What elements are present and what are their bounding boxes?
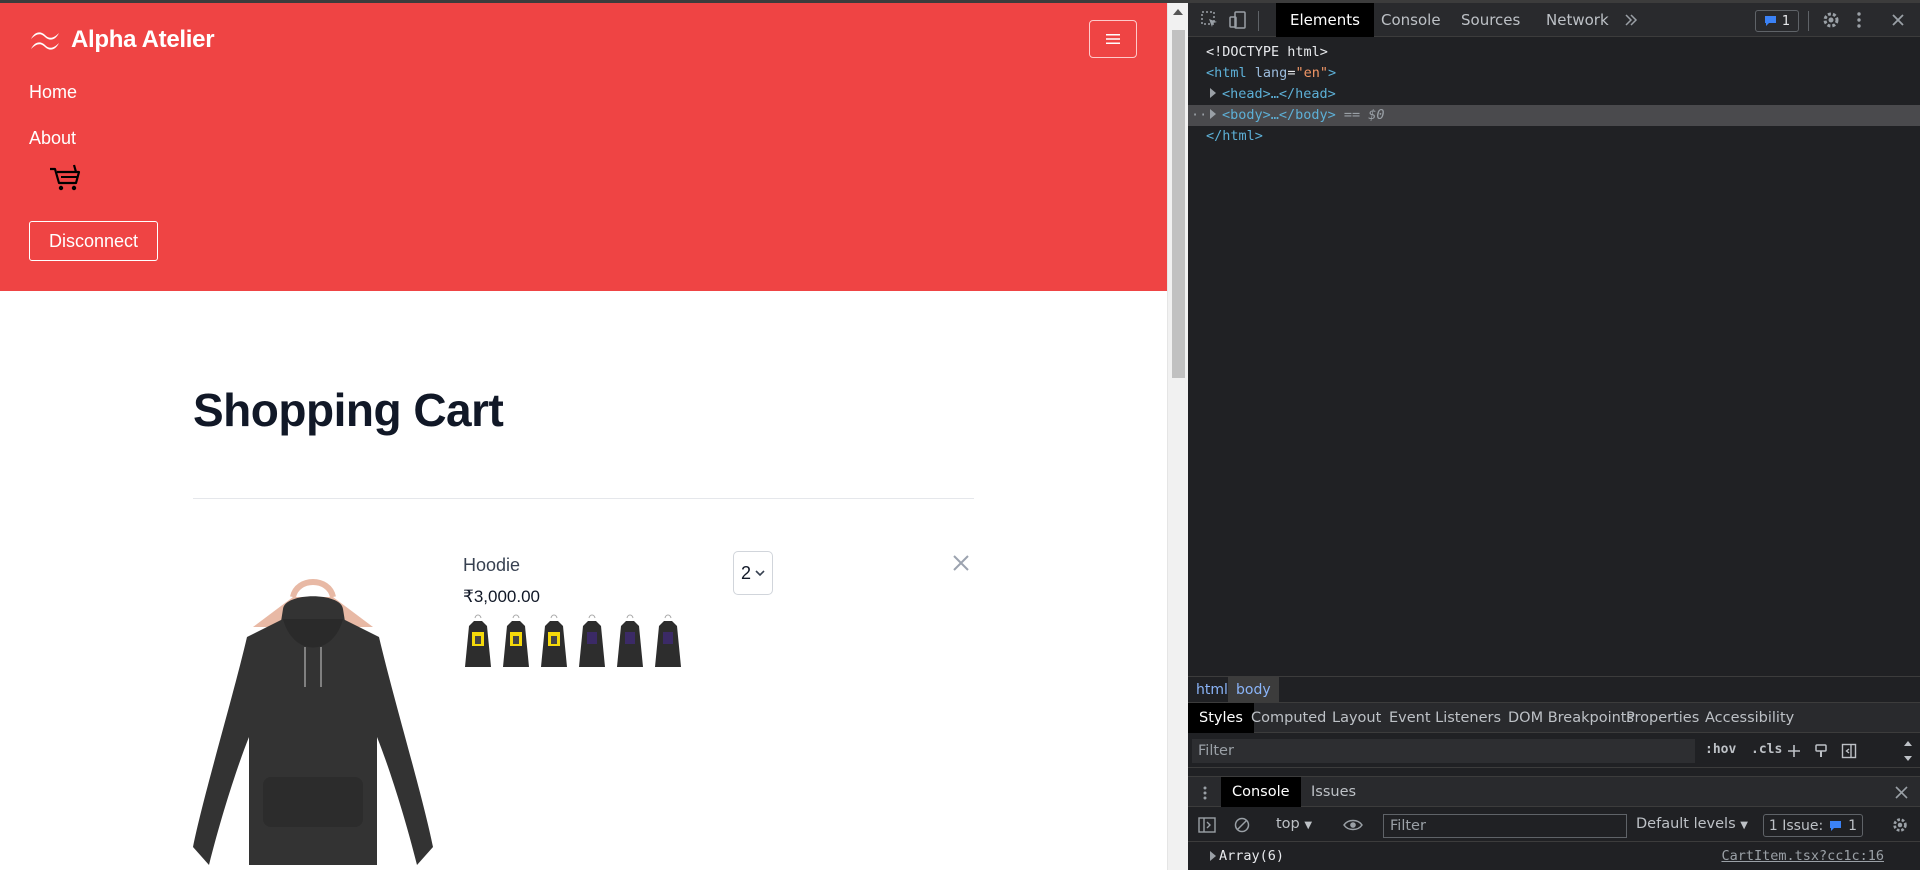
dom-body-node[interactable]: ··· <body>…</body> == $0 [1188,105,1920,126]
more-tabs-icon[interactable] [1624,13,1638,27]
styles-tabbar: Styles Computed Layout Event Listeners D… [1188,702,1920,733]
tab-sources[interactable]: Sources [1447,3,1534,37]
styles-filter-row: Filter :hov .cls [1188,734,1920,768]
message-icon [1764,16,1776,26]
cart-item-price: ₹3,000.00 [463,587,540,606]
console-settings-gear-icon[interactable] [1891,816,1909,834]
hoodie-image [193,579,433,865]
scrollbar-thumb[interactable] [1172,30,1185,378]
message-icon [1830,820,1842,831]
drawer-tabbar: Console Issues [1188,776,1920,807]
add-rule-icon[interactable] [1786,743,1802,759]
tailwind-logo-icon [31,32,59,50]
dom-tree: <!DOCTYPE html> <html lang="en"> <head>…… [1188,42,1920,147]
product-thumbnails [463,612,683,672]
page-title: Shopping Cart [193,384,504,436]
console-issues-chip[interactable]: 1 Issue: 1 [1763,814,1863,837]
nav-link-about[interactable]: About [29,128,76,149]
console-sidebar-icon[interactable] [1198,817,1216,833]
disconnect-button[interactable]: Disconnect [29,221,158,261]
product-image [193,547,433,870]
tab-event-listeners[interactable]: Event Listeners [1378,703,1512,733]
context-select[interactable]: top ▼ [1276,816,1312,832]
more-options-icon[interactable] [1856,10,1862,30]
drawer-tab-issues[interactable]: Issues [1300,777,1367,807]
drawer-tab-console[interactable]: Console [1221,777,1301,807]
inspect-element-icon[interactable] [1200,10,1220,30]
thumbnail-yellow-1[interactable] [463,612,493,672]
brand-name: Alpha Atelier [71,26,215,53]
thumbnail-purple-2[interactable] [615,612,645,672]
tab-accessibility[interactable]: Accessibility [1694,703,1805,733]
divider [193,498,974,499]
quantity-select[interactable]: 2 [733,551,773,595]
console-log-entry[interactable]: Array(6) CartItem.tsx?cc1c:16 [1188,842,1920,870]
brand[interactable]: Alpha Atelier [29,26,215,54]
scroll-arrows-icon[interactable] [1903,738,1913,764]
thumbnail-purple-1[interactable] [577,612,607,672]
thumbnail-yellow-3[interactable] [539,612,569,672]
close-icon [953,555,969,571]
dom-html-close[interactable]: </html> [1188,126,1920,147]
remove-item-button[interactable] [952,554,970,577]
chevron-down-icon [755,569,765,576]
issues-count: 1 [1781,13,1791,29]
dom-doctype[interactable]: <!DOCTYPE html> [1188,42,1920,63]
close-devtools-icon[interactable] [1891,13,1905,27]
console-toolbar: top ▼ Filter Default levels ▼ 1 Issue: 1 [1188,808,1920,842]
console-log-source-link[interactable]: CartItem.tsx?cc1c:16 [1721,842,1884,870]
dom-html-open[interactable]: <html lang="en"> [1188,63,1920,84]
navbar: Alpha Atelier Home About Disconnect [0,3,1167,291]
devtools-panel: Elements Console Sources Network 1 <!DOC… [1188,3,1920,870]
settings-gear-icon[interactable] [1821,10,1841,30]
cart-item-name: Hoodie [463,555,521,575]
paint-brush-icon[interactable] [1813,743,1829,759]
thumbnail-yellow-2[interactable] [501,612,531,672]
close-drawer-icon[interactable] [1895,786,1908,799]
toolbar-separator [1808,11,1809,31]
issues-badge[interactable]: 1 [1755,10,1799,32]
styles-filter-input[interactable]: Filter [1192,739,1695,763]
devtools-toolbar: Elements Console Sources Network 1 [1188,3,1920,37]
hamburger-icon [1106,34,1120,44]
console-log-value[interactable]: Array(6) [1219,842,1284,870]
tab-console[interactable]: Console [1367,3,1455,37]
nav-link-home[interactable]: Home [29,82,77,103]
hamburger-menu-button[interactable] [1089,20,1137,58]
scroll-up-arrow-icon[interactable] [1173,9,1183,15]
shopping-cart-icon [50,164,81,191]
crumb-body[interactable]: body [1228,677,1279,703]
log-levels-select[interactable]: Default levels ▼ [1636,816,1748,832]
live-expression-eye-icon[interactable] [1343,818,1363,832]
toolbar-separator [1258,11,1259,31]
breadcrumb: html body [1188,676,1920,703]
page-scrollbar[interactable] [1167,3,1188,870]
thumbnail-purple-3[interactable] [653,612,683,672]
cart-link[interactable] [48,163,82,198]
expand-triangle-icon[interactable] [1210,851,1216,861]
console-filter-input[interactable]: Filter [1383,814,1627,838]
device-toolbar-icon[interactable] [1228,10,1248,30]
page-viewport: Alpha Atelier Home About Disconnect Shop… [0,3,1167,870]
quantity-value: 2 [740,562,751,583]
clear-console-icon[interactable] [1234,817,1250,833]
expand-triangle-icon[interactable] [1210,88,1216,98]
drawer-menu-icon[interactable] [1202,785,1208,801]
hov-toggle[interactable]: :hov [1705,742,1736,757]
dom-head-node[interactable]: <head>…</head> [1188,84,1920,105]
cls-toggle[interactable]: .cls [1751,742,1782,757]
tab-network[interactable]: Network [1532,3,1623,37]
tab-elements[interactable]: Elements [1276,3,1374,37]
toggle-sidebar-icon[interactable] [1841,743,1857,759]
